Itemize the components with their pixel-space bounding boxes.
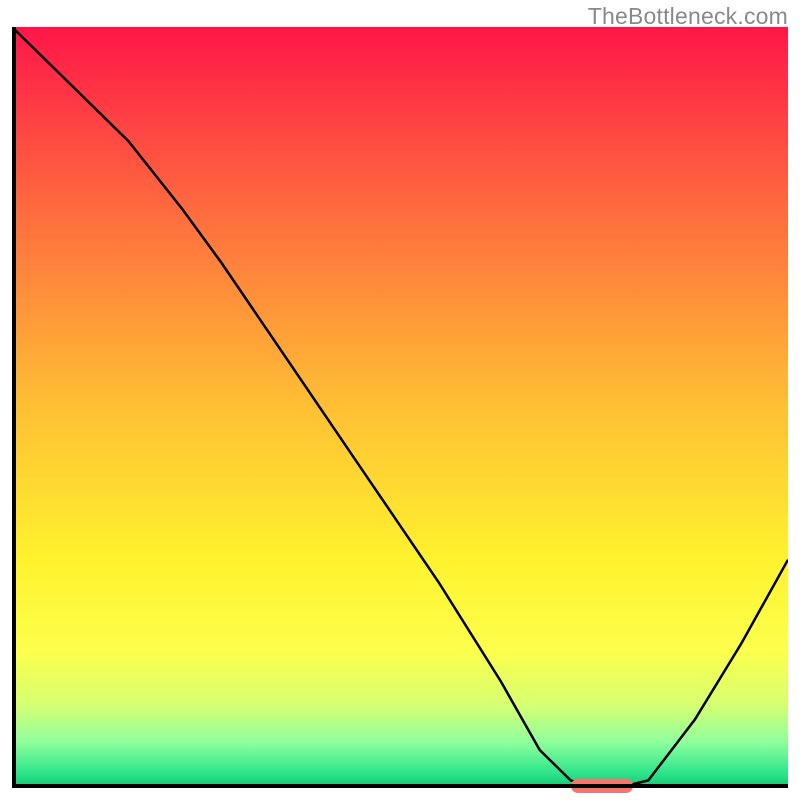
plot-area [12,27,788,788]
watermark-text: TheBottleneck.com [588,3,788,30]
gradient-background [12,27,788,788]
optimal-range-marker [571,779,633,793]
bottleneck-chart: TheBottleneck.com [0,0,800,800]
